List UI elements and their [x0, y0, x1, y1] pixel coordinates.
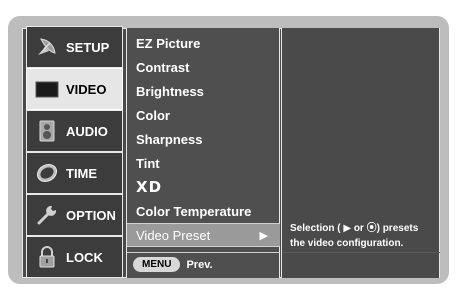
menu-item-color-temperature[interactable]: Color Temperature [127, 199, 280, 223]
right-arrow-icon: ▶ [259, 229, 268, 242]
menu-item-brightness[interactable]: Brightness [127, 79, 280, 103]
menu-item-xd[interactable]: XD [127, 175, 280, 199]
video-settings-list: EZ Picture Contrast Brightness Color Sha… [126, 28, 280, 278]
tab-lock[interactable]: LOCK [26, 236, 123, 278]
tab-audio[interactable]: AUDIO [26, 110, 123, 152]
menu-button[interactable]: MENU [133, 257, 181, 272]
tab-label: VIDEO [66, 81, 107, 97]
menu-item-contrast[interactable]: Contrast [127, 55, 280, 79]
satellite-dish-icon [34, 34, 60, 60]
tab-setup[interactable]: SETUP [26, 26, 123, 68]
wrench-icon [34, 202, 60, 228]
speaker-icon [34, 118, 60, 144]
item-label: Brightness [136, 83, 204, 99]
menu-item-video-preset[interactable]: Video Preset ▶ [127, 223, 280, 247]
tab-label: SETUP [66, 39, 110, 55]
tab-label: TIME [66, 165, 98, 181]
tab-label: LOCK [66, 249, 103, 265]
item-label: Sharpness [136, 131, 203, 147]
item-label: EZ Picture [136, 35, 201, 51]
divider [282, 252, 440, 253]
clock-icon [34, 160, 60, 186]
tab-label: AUDIO [66, 123, 108, 139]
prev-label: Prev. [186, 258, 213, 271]
item-label: Color Temperature [136, 203, 252, 219]
tab-label: OPTION [66, 207, 116, 223]
item-label: Video Preset [136, 227, 211, 243]
tab-video[interactable]: VIDEO [26, 68, 123, 110]
item-label: Contrast [136, 59, 190, 75]
padlock-icon [34, 244, 60, 270]
category-tabs: SETUP VIDEO AUDIO TIME OPTION LOCK [26, 26, 123, 280]
tv-screen-icon [34, 76, 60, 102]
menu-footer: MENU Prev. [127, 252, 280, 276]
menu-item-tint[interactable]: Tint [127, 151, 280, 175]
item-label: Tint [136, 155, 160, 171]
menu-item-color[interactable]: Color [127, 103, 280, 127]
menu-item-ez-picture[interactable]: EZ Picture [127, 31, 280, 55]
help-text: Selection ( ▶ or ⦿) presets the video co… [290, 223, 419, 249]
menu-item-sharpness[interactable]: Sharpness [127, 127, 280, 151]
tab-time[interactable]: TIME [26, 152, 123, 194]
xd-logo: XD [136, 178, 163, 196]
item-label: Color [136, 107, 170, 123]
help-panel: Selection ( ▶ or ⦿) presets the video co… [281, 28, 440, 278]
tab-option[interactable]: OPTION [26, 194, 123, 236]
